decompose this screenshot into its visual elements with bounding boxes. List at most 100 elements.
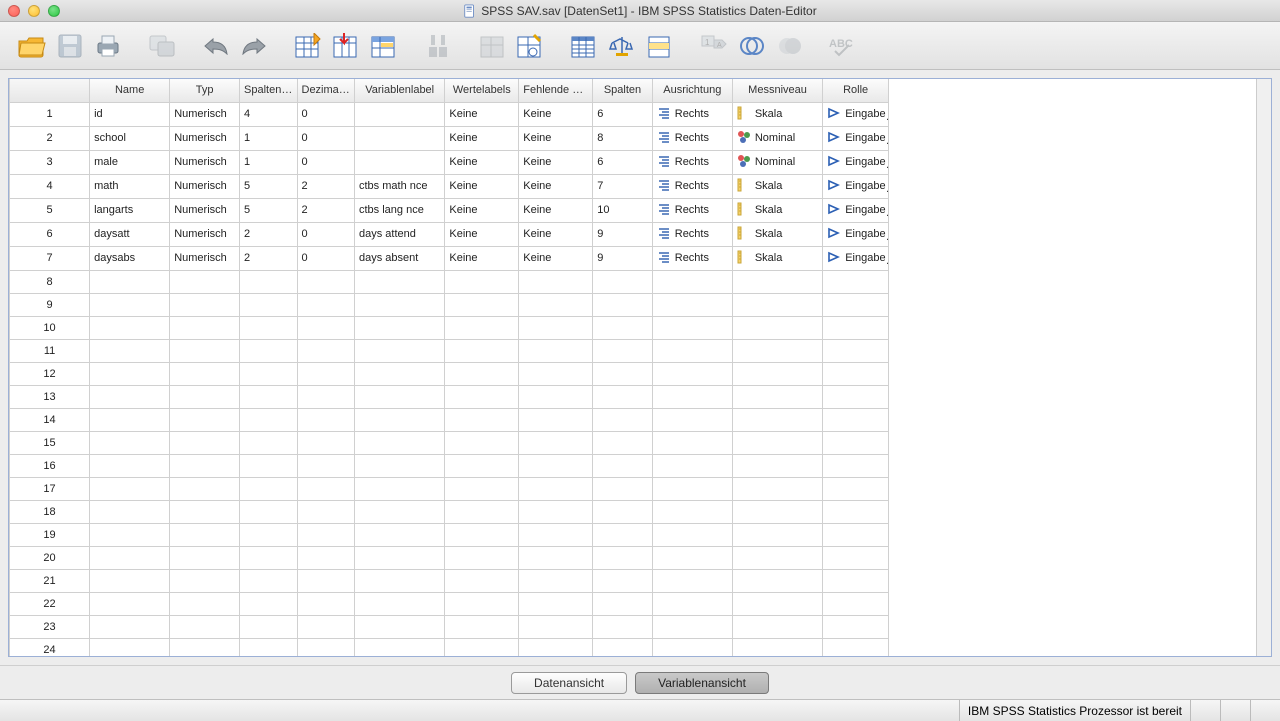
cell-empty[interactable]	[652, 339, 732, 362]
cell-empty[interactable]	[240, 339, 298, 362]
cell-type[interactable]: Numerisch	[170, 222, 240, 246]
cell-empty[interactable]	[732, 477, 822, 500]
cell-name[interactable]: daysabs	[90, 246, 170, 270]
row-number[interactable]: 3	[10, 150, 90, 174]
column-header-name[interactable]: Name	[90, 79, 170, 102]
cell-empty[interactable]	[823, 270, 889, 293]
cell-empty[interactable]	[240, 615, 298, 638]
cell-width[interactable]: 2	[240, 222, 298, 246]
cell-empty[interactable]	[297, 500, 355, 523]
cell-empty[interactable]	[519, 270, 593, 293]
cell-empty[interactable]	[823, 454, 889, 477]
minimize-icon[interactable]	[28, 5, 40, 17]
cell-align[interactable]: Rechts	[652, 102, 732, 126]
cell-empty[interactable]	[90, 638, 170, 656]
cell-width[interactable]: 5	[240, 174, 298, 198]
column-header-values[interactable]: Wertelabels	[445, 79, 519, 102]
cell-empty[interactable]	[170, 454, 240, 477]
cell-cols[interactable]: 9	[593, 222, 653, 246]
cell-empty[interactable]	[90, 408, 170, 431]
table-row[interactable]: 8	[10, 270, 889, 293]
cell-values[interactable]: Keine	[445, 174, 519, 198]
cell-role[interactable]: Eingabe	[823, 222, 889, 246]
cell-empty[interactable]	[90, 477, 170, 500]
table-row[interactable]: 15	[10, 431, 889, 454]
row-number[interactable]: 7	[10, 246, 90, 270]
column-header-role[interactable]: Rolle	[823, 79, 889, 102]
cell-empty[interactable]	[823, 431, 889, 454]
cell-empty[interactable]	[593, 477, 653, 500]
cell-empty[interactable]	[297, 293, 355, 316]
cell-empty[interactable]	[90, 431, 170, 454]
cell-empty[interactable]	[823, 316, 889, 339]
row-number[interactable]: 21	[10, 569, 90, 592]
cell-role[interactable]: Eingabe	[823, 246, 889, 270]
cell-label[interactable]	[355, 126, 445, 150]
cell-empty[interactable]	[652, 523, 732, 546]
cell-cols[interactable]: 10	[593, 198, 653, 222]
table-row[interactable]: 20	[10, 546, 889, 569]
cell-empty[interactable]	[593, 615, 653, 638]
cell-missing[interactable]: Keine	[519, 174, 593, 198]
save-button[interactable]	[52, 28, 88, 64]
cell-empty[interactable]	[445, 431, 519, 454]
cell-empty[interactable]	[90, 454, 170, 477]
cell-empty[interactable]	[732, 454, 822, 477]
cell-decimals[interactable]: 2	[297, 198, 355, 222]
cell-empty[interactable]	[297, 546, 355, 569]
cell-empty[interactable]	[297, 592, 355, 615]
table-row[interactable]: 12	[10, 362, 889, 385]
cell-name[interactable]: male	[90, 150, 170, 174]
cell-empty[interactable]	[355, 385, 445, 408]
row-number[interactable]: 1	[10, 102, 90, 126]
cell-empty[interactable]	[240, 592, 298, 615]
cell-empty[interactable]	[90, 270, 170, 293]
cell-type[interactable]: Numerisch	[170, 246, 240, 270]
cell-empty[interactable]	[519, 569, 593, 592]
cell-label[interactable]	[355, 150, 445, 174]
cell-empty[interactable]	[240, 500, 298, 523]
split-file-button[interactable]	[566, 28, 602, 64]
cell-empty[interactable]	[593, 293, 653, 316]
cell-empty[interactable]	[170, 293, 240, 316]
cell-missing[interactable]: Keine	[519, 150, 593, 174]
cell-empty[interactable]	[445, 362, 519, 385]
cell-empty[interactable]	[170, 270, 240, 293]
cell-empty[interactable]	[519, 362, 593, 385]
cell-empty[interactable]	[823, 569, 889, 592]
table-row[interactable]: 9	[10, 293, 889, 316]
cell-empty[interactable]	[732, 523, 822, 546]
cell-empty[interactable]	[823, 293, 889, 316]
cell-empty[interactable]	[240, 454, 298, 477]
table-row[interactable]: 21	[10, 569, 889, 592]
cell-empty[interactable]	[355, 592, 445, 615]
table-row[interactable]: 5langartsNumerisch52ctbs lang nceKeineKe…	[10, 198, 889, 222]
column-header-width[interactable]: Spaltenf...	[240, 79, 298, 102]
row-number[interactable]: 22	[10, 592, 90, 615]
cell-empty[interactable]	[445, 546, 519, 569]
cell-empty[interactable]	[823, 385, 889, 408]
cell-align[interactable]: Rechts	[652, 246, 732, 270]
cell-empty[interactable]	[445, 615, 519, 638]
cell-empty[interactable]	[297, 362, 355, 385]
cell-empty[interactable]	[652, 569, 732, 592]
cell-empty[interactable]	[90, 339, 170, 362]
column-header-align[interactable]: Ausrichtung	[652, 79, 732, 102]
cell-align[interactable]: Rechts	[652, 126, 732, 150]
cell-empty[interactable]	[732, 592, 822, 615]
column-header-type[interactable]: Typ	[170, 79, 240, 102]
cell-empty[interactable]	[823, 500, 889, 523]
cell-empty[interactable]	[90, 500, 170, 523]
cell-measure[interactable]: Skala	[732, 246, 822, 270]
cell-label[interactable]	[355, 102, 445, 126]
table-row[interactable]: 10	[10, 316, 889, 339]
use-sets-button[interactable]	[734, 28, 770, 64]
cell-empty[interactable]	[732, 569, 822, 592]
cell-empty[interactable]	[519, 546, 593, 569]
column-header-measure[interactable]: Messniveau	[732, 79, 822, 102]
cell-measure[interactable]: Skala	[732, 174, 822, 198]
cell-cols[interactable]: 9	[593, 246, 653, 270]
table-row[interactable]: 18	[10, 500, 889, 523]
show-all-variables-button[interactable]	[772, 28, 808, 64]
cell-empty[interactable]	[652, 615, 732, 638]
